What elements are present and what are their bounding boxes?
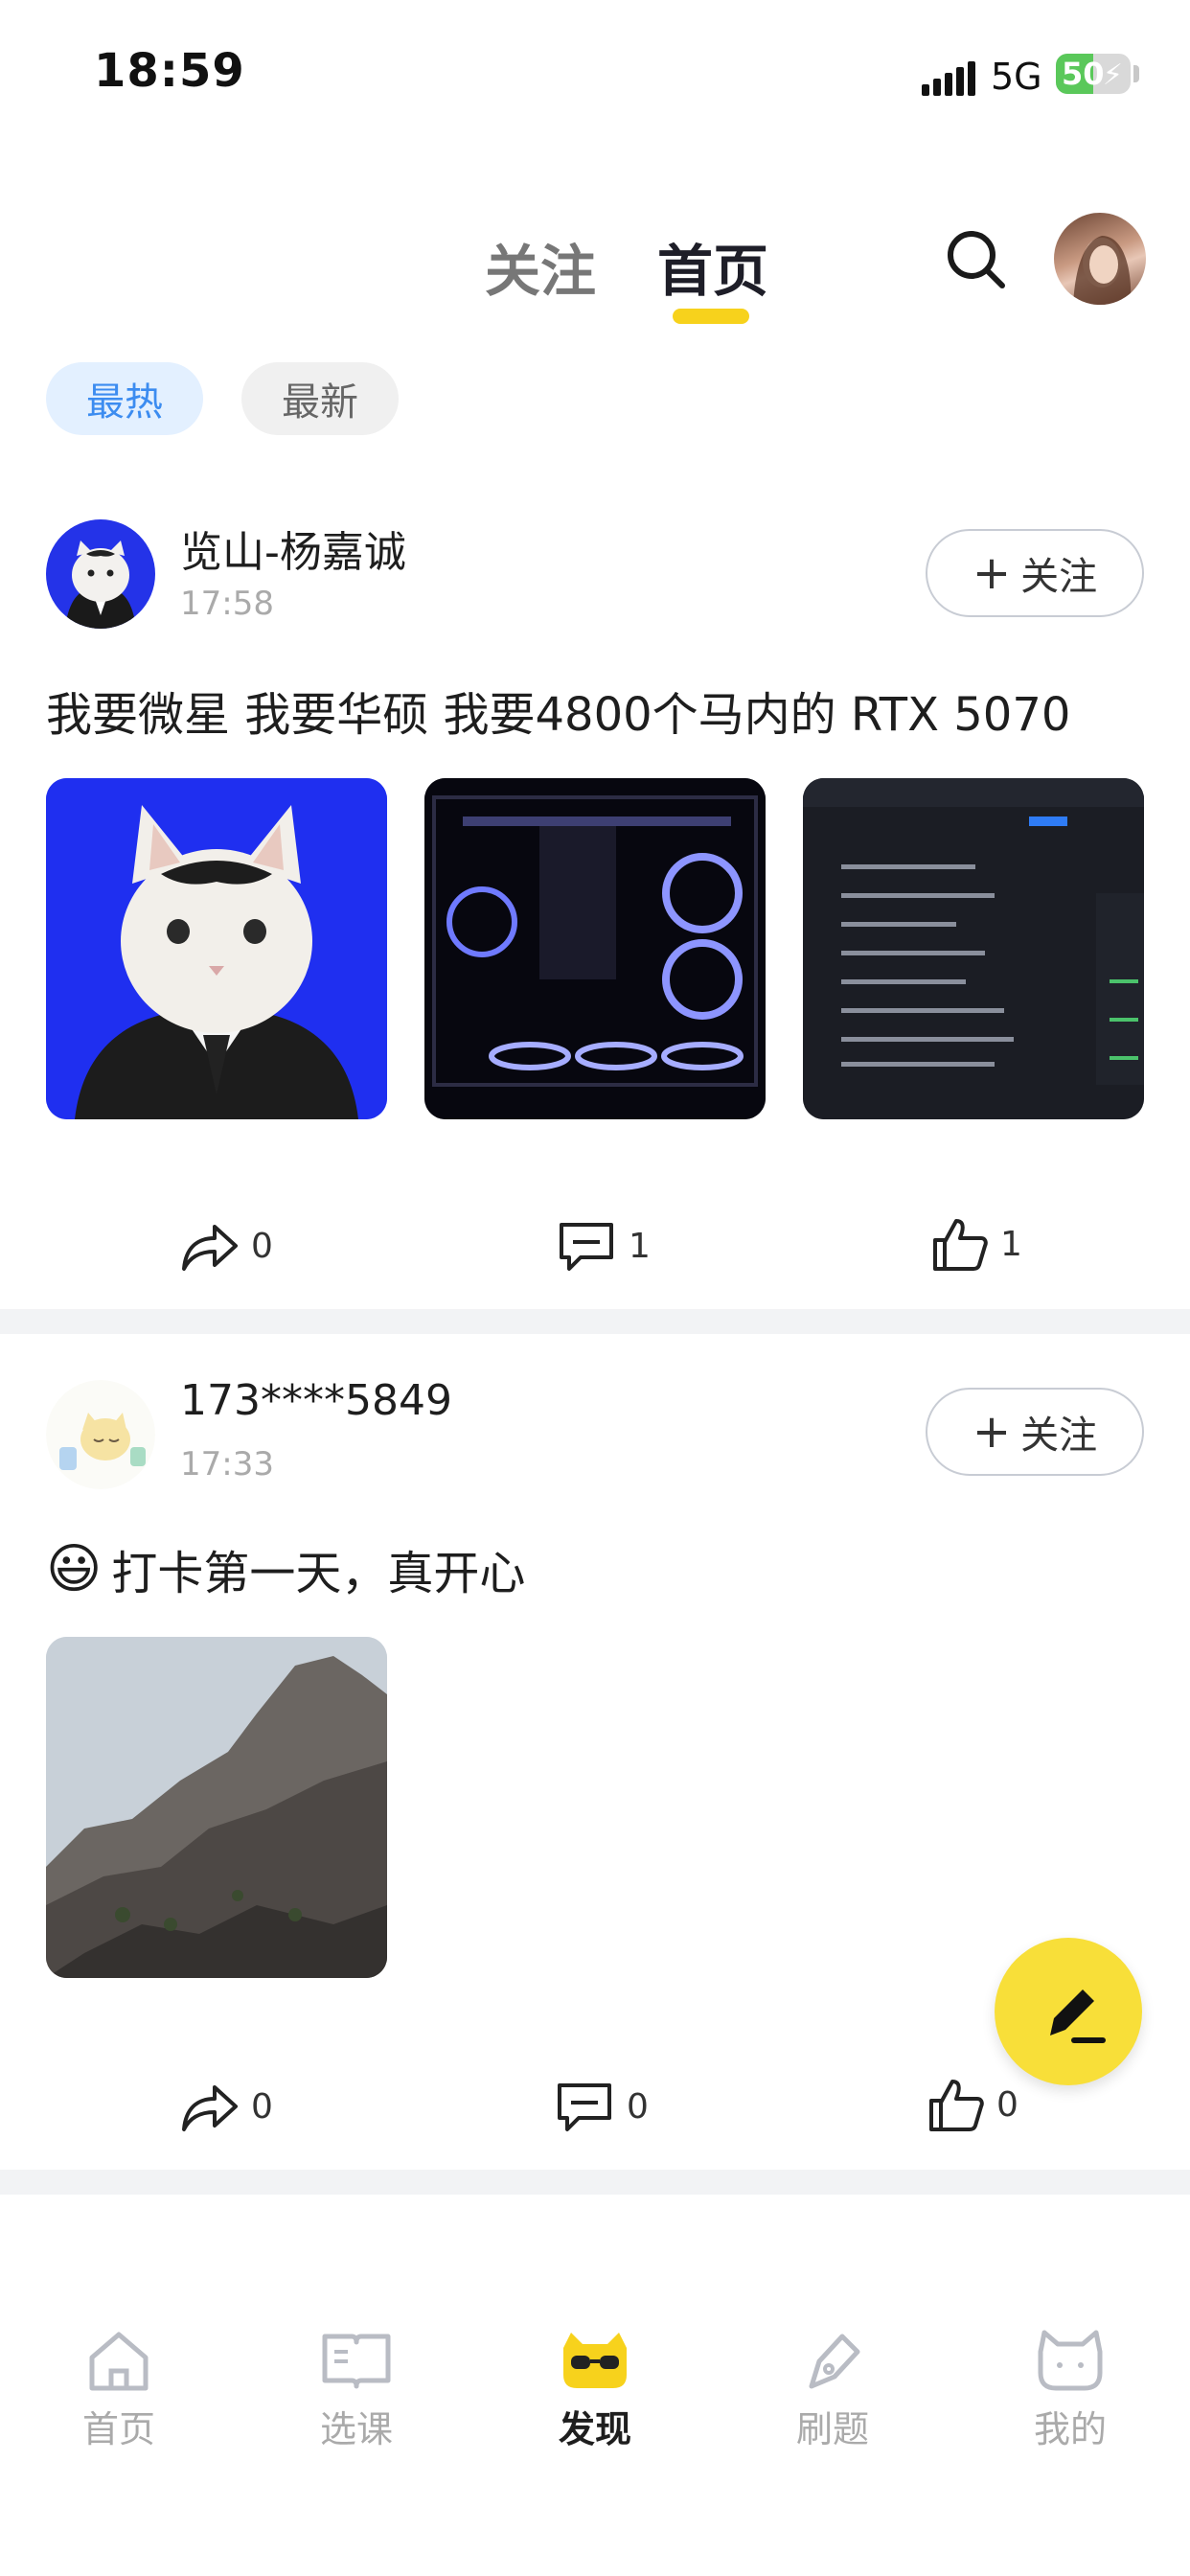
like-count: 1 bbox=[1000, 1224, 1022, 1264]
post-author-avatar[interactable] bbox=[46, 519, 155, 629]
share-count: 0 bbox=[251, 2086, 273, 2127]
thumbs-up-icon bbox=[929, 2080, 984, 2131]
nav-label: 首页 bbox=[81, 2408, 155, 2450]
share-button[interactable]: 0 bbox=[178, 1219, 273, 1273]
nav-label: 选课 bbox=[319, 2408, 393, 2450]
battery-indicator: 50 ⚡ bbox=[1056, 54, 1131, 94]
nav-home[interactable]: 首页 bbox=[33, 2329, 205, 2452]
post-author-avatar[interactable] bbox=[46, 1380, 155, 1489]
active-tab-indicator bbox=[673, 309, 749, 324]
feed-divider bbox=[0, 1309, 1190, 1334]
comment-icon bbox=[558, 2083, 611, 2131]
thumbs-up-icon bbox=[933, 1219, 988, 1271]
battery-percent: 50 bbox=[1062, 56, 1105, 92]
tab-follow[interactable]: 关注 bbox=[485, 226, 596, 307]
grinning-emoji-icon: 😃 bbox=[46, 1537, 103, 1600]
filter-new-chip[interactable]: 最新 bbox=[241, 362, 399, 435]
search-icon[interactable] bbox=[945, 228, 1008, 291]
comment-button[interactable]: 0 bbox=[554, 2080, 649, 2133]
like-count: 0 bbox=[996, 2084, 1018, 2125]
discover-mascot-icon bbox=[563, 2333, 627, 2388]
post-text: 打卡第一天，真开心 bbox=[111, 1547, 526, 1600]
signal-icon bbox=[922, 61, 975, 96]
comment-icon bbox=[560, 1223, 613, 1271]
follow-button[interactable]: + 关注 bbox=[926, 529, 1144, 617]
follow-label: 关注 bbox=[1020, 555, 1098, 599]
charging-bolt-icon: ⚡ bbox=[1102, 58, 1123, 92]
share-count: 0 bbox=[251, 1226, 273, 1266]
compose-fab-button[interactable] bbox=[995, 1938, 1142, 2085]
network-type: 5G bbox=[991, 56, 1042, 98]
tab-home[interactable]: 首页 bbox=[657, 226, 768, 307]
feed-divider bbox=[0, 2170, 1190, 2195]
comment-button[interactable]: 1 bbox=[556, 1219, 651, 1273]
follow-label: 关注 bbox=[1020, 1414, 1098, 1458]
nav-courses[interactable]: 选课 bbox=[270, 2329, 443, 2452]
nav-label: 刷题 bbox=[795, 2408, 869, 2450]
plus-icon: + bbox=[972, 546, 1012, 600]
nav-discover[interactable]: 发现 bbox=[509, 2329, 681, 2452]
share-button[interactable]: 0 bbox=[178, 2080, 273, 2133]
post-image-mountain[interactable] bbox=[46, 1637, 387, 1978]
comment-count: 0 bbox=[627, 2086, 649, 2127]
comment-count: 1 bbox=[629, 1226, 651, 1266]
post-image-spec-list[interactable] bbox=[803, 778, 1144, 1119]
post-text-row: 😃 打卡第一天，真开心 bbox=[46, 1535, 525, 1602]
nav-label: 发现 bbox=[558, 2408, 631, 2450]
pencil-icon bbox=[1050, 1990, 1106, 2043]
post-text: 我要微星 我要华硕 我要4800个马内的 RTX 5070 bbox=[46, 688, 1071, 742]
post-time: 17:58 bbox=[180, 585, 274, 623]
filter-hot-chip[interactable]: 最热 bbox=[46, 362, 203, 435]
post-image-pc-case[interactable] bbox=[424, 778, 766, 1119]
post-time: 17:33 bbox=[180, 1445, 274, 1484]
status-time: 18:59 bbox=[94, 44, 245, 98]
nav-practice[interactable]: 刷题 bbox=[746, 2329, 919, 2452]
plus-icon: + bbox=[972, 1405, 1012, 1459]
like-button[interactable]: 0 bbox=[927, 2076, 1018, 2133]
post-author-name[interactable]: 览山-杨嘉诚 bbox=[180, 518, 406, 579]
post-image-cat[interactable] bbox=[46, 778, 387, 1119]
follow-button[interactable]: + 关注 bbox=[926, 1388, 1144, 1476]
nav-profile[interactable]: 我的 bbox=[984, 2329, 1156, 2452]
post-author-name[interactable]: 173****5849 bbox=[180, 1376, 452, 1425]
home-icon bbox=[89, 2332, 149, 2391]
like-button[interactable]: 1 bbox=[931, 1215, 1022, 1273]
share-icon bbox=[182, 2085, 238, 2131]
pen-icon bbox=[809, 2334, 860, 2389]
battery-cap bbox=[1133, 65, 1139, 82]
user-avatar[interactable] bbox=[1054, 213, 1146, 305]
share-icon bbox=[182, 1225, 238, 1271]
nav-label: 我的 bbox=[1033, 2408, 1107, 2450]
book-icon bbox=[322, 2334, 391, 2389]
cat-profile-icon bbox=[1038, 2330, 1103, 2391]
